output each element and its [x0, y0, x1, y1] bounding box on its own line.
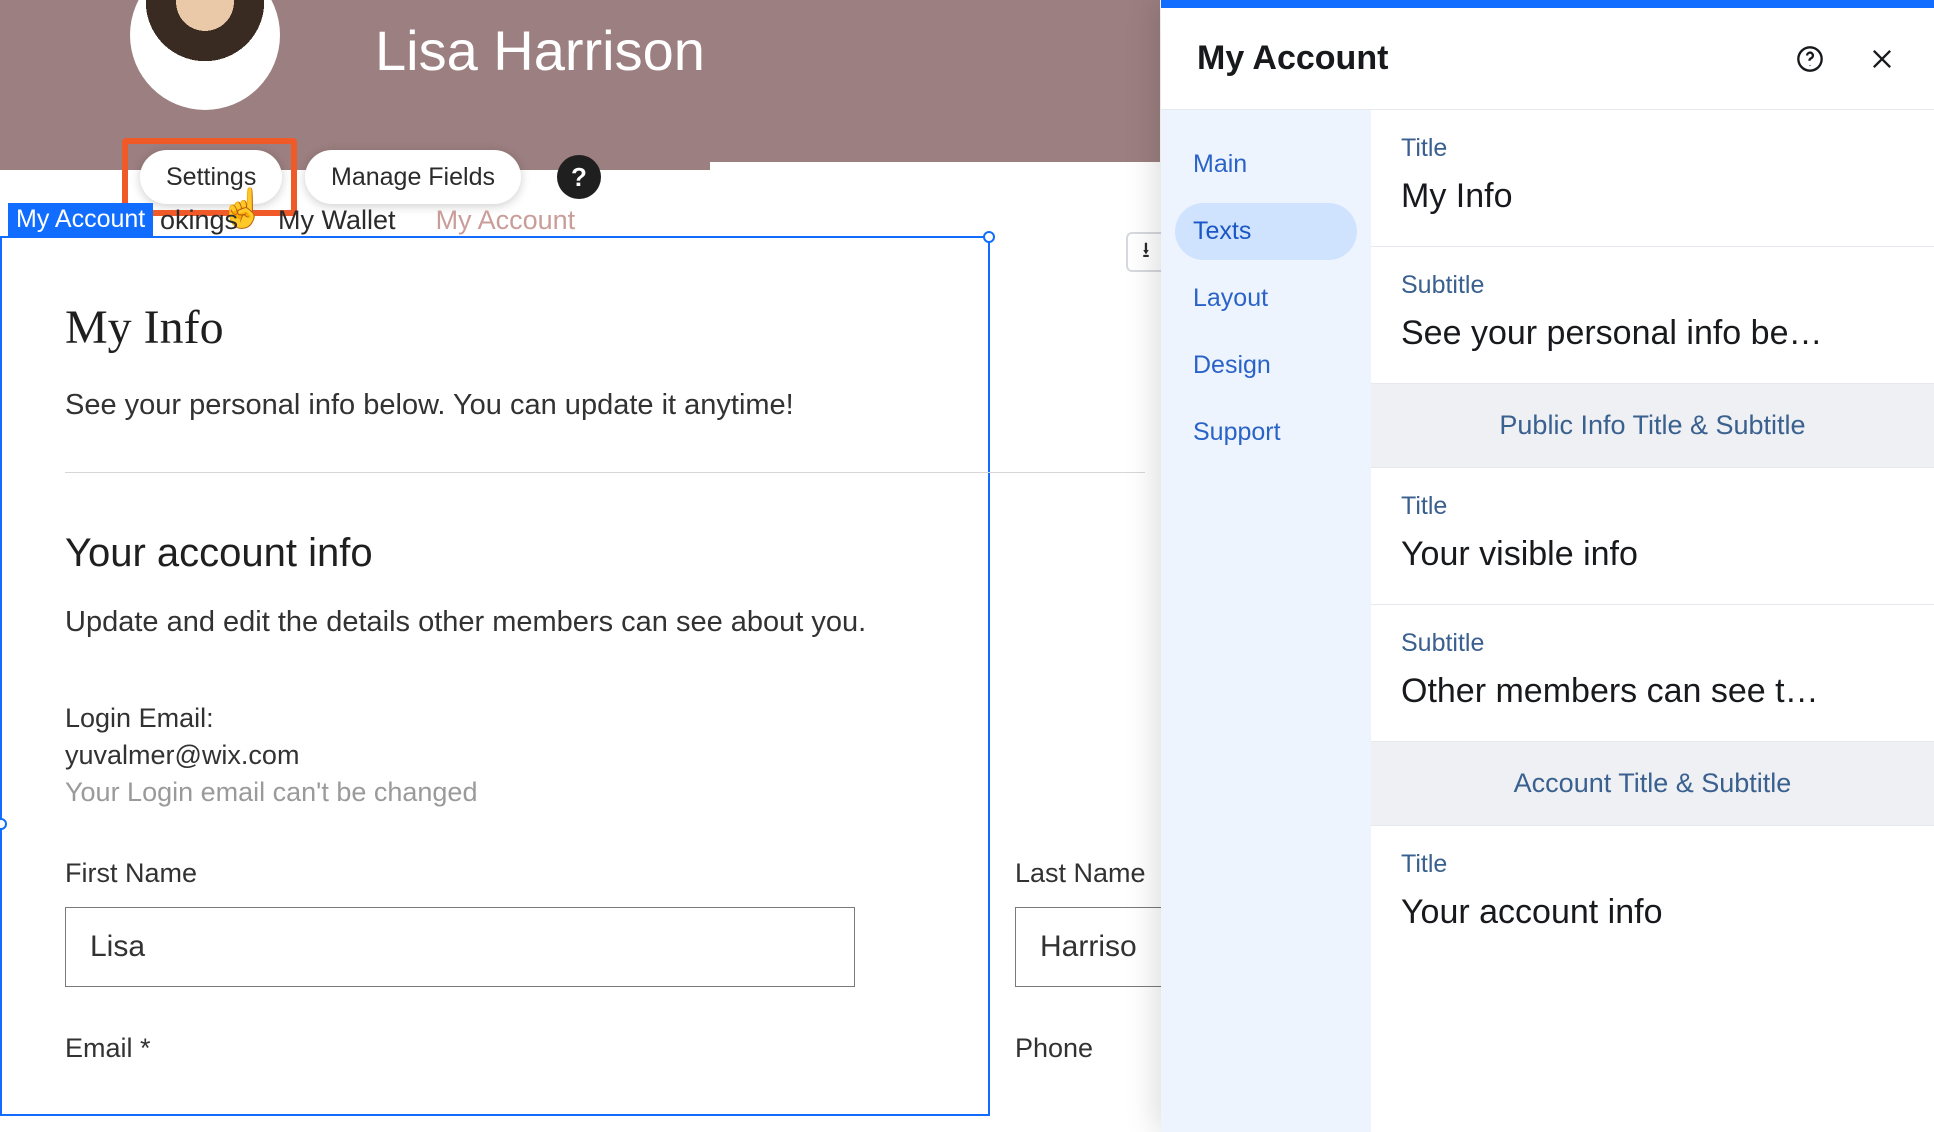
member-tabs: okings My Wallet My Account — [0, 200, 575, 240]
nav-design[interactable]: Design — [1175, 337, 1357, 394]
panel-help-icon[interactable] — [1794, 43, 1826, 75]
page-subtitle: See your personal info below. You can up… — [65, 389, 1145, 422]
field-label: Title — [1401, 134, 1904, 163]
first-name-label: First Name — [65, 858, 855, 889]
page-content: My Info See your personal info below. Yo… — [65, 300, 1145, 1082]
login-email-label: Login Email: — [65, 703, 1145, 734]
panel-header: My Account — [1161, 8, 1934, 110]
field-value[interactable]: See your personal info be… — [1401, 314, 1904, 353]
avatar[interactable] — [130, 0, 280, 110]
login-email-value: yuvalmer@wix.com — [65, 740, 1145, 771]
account-info-title: Your account info — [65, 531, 1145, 576]
download-button[interactable]: ⭳ — [1126, 232, 1166, 272]
section-account-info: Account Title & Subtitle — [1371, 742, 1934, 826]
nav-texts[interactable]: Texts — [1175, 203, 1357, 260]
tab-my-wallet[interactable]: My Wallet — [278, 205, 396, 236]
panel-settings-list: Title My Info Subtitle See your personal… — [1371, 110, 1934, 1132]
field-value[interactable]: My Info — [1401, 177, 1904, 216]
group-title[interactable]: Title My Info — [1371, 110, 1934, 247]
section-public-info: Public Info Title & Subtitle — [1371, 384, 1934, 468]
close-icon[interactable] — [1866, 43, 1898, 75]
settings-panel: My Account Main Texts Layout Design Supp… — [1161, 0, 1934, 1132]
panel-side-nav: Main Texts Layout Design Support — [1161, 110, 1371, 1132]
group-public-subtitle[interactable]: Subtitle Other members can see t… — [1371, 605, 1934, 742]
account-info-subtitle: Update and edit the details other member… — [65, 606, 1145, 639]
download-icon: ⭳ — [1142, 233, 1150, 271]
email-label: Email * — [65, 1033, 855, 1064]
nav-main[interactable]: Main — [1175, 136, 1357, 193]
manage-fields-button[interactable]: Manage Fields — [305, 150, 521, 204]
nav-support[interactable]: Support — [1175, 404, 1357, 461]
nav-layout[interactable]: Layout — [1175, 270, 1357, 327]
field-value[interactable]: Your account info — [1401, 893, 1904, 932]
profile-display-name: Lisa Harrison — [375, 18, 705, 83]
group-subtitle[interactable]: Subtitle See your personal info be… — [1371, 247, 1934, 384]
field-label: Title — [1401, 850, 1904, 879]
field-value[interactable]: Other members can see t… — [1401, 672, 1904, 711]
group-public-title[interactable]: Title Your visible info — [1371, 468, 1934, 605]
first-name-input[interactable] — [65, 907, 855, 987]
group-account-title[interactable]: Title Your account info — [1371, 826, 1934, 962]
settings-button[interactable]: Settings — [140, 150, 282, 204]
tab-bookings[interactable]: okings — [160, 205, 238, 236]
panel-title: My Account — [1197, 39, 1388, 78]
field-value[interactable]: Your visible info — [1401, 535, 1904, 574]
field-label: Subtitle — [1401, 271, 1904, 300]
editor-canvas: Lisa Harrison Settings Manage Fields ? ☝… — [0, 0, 1160, 1132]
panel-accent-bar — [1161, 0, 1934, 8]
help-icon[interactable]: ? — [557, 155, 601, 199]
page-title: My Info — [65, 300, 1145, 355]
divider — [65, 472, 1145, 473]
tab-my-account[interactable]: My Account — [436, 205, 576, 236]
login-email-block: Login Email: yuvalmer@wix.com Your Login… — [65, 703, 1145, 808]
login-email-note: Your Login email can't be changed — [65, 777, 1145, 808]
resize-handle[interactable] — [0, 818, 7, 830]
field-label: Title — [1401, 492, 1904, 521]
resize-handle[interactable] — [983, 231, 995, 243]
profile-banner: Lisa Harrison — [0, 0, 1160, 162]
field-label: Subtitle — [1401, 629, 1904, 658]
